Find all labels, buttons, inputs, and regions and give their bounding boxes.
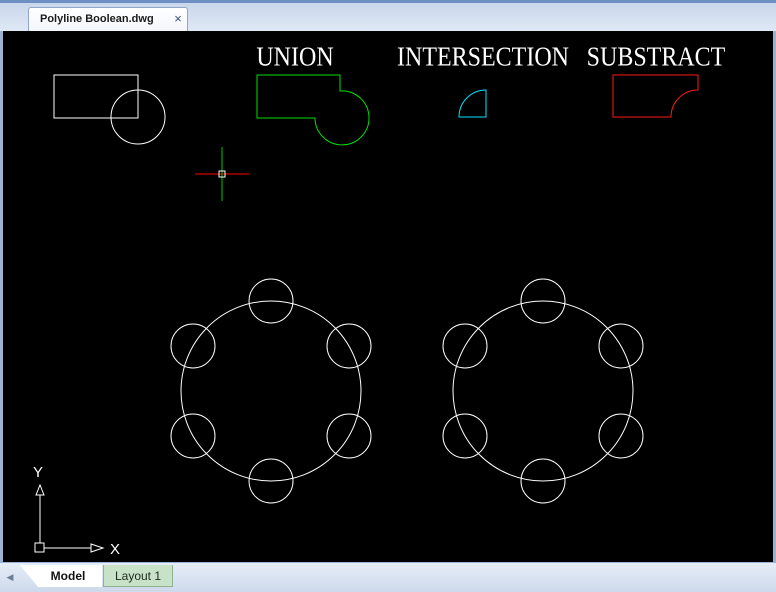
document-tab[interactable]: Polyline Boolean.dwg × [28, 7, 188, 34]
drawing-canvas[interactable]: UNION INTERSECTION SUBSTRACT Y X [3, 31, 773, 562]
intersection-label: INTERSECTION [397, 41, 569, 72]
union-label: UNION [256, 41, 334, 72]
chevron-left-icon[interactable]: ◀ [3, 569, 17, 585]
document-tab-label: Polyline Boolean.dwg [40, 13, 154, 25]
subtract-label: SUBSTRACT [587, 41, 726, 72]
ucs-x-label: X [110, 541, 120, 558]
tab-model[interactable]: Model [20, 565, 102, 587]
cad-window: Polyline Boolean.dwg × UNION INTERSECTIO… [0, 0, 776, 592]
document-tab-strip: Polyline Boolean.dwg × [0, 0, 776, 34]
ucs-y-label: Y [33, 464, 43, 481]
close-icon[interactable]: × [172, 12, 184, 26]
layout-tab-bar: ◀ Model Layout 1 [0, 562, 776, 592]
tab-layout-1[interactable]: Layout 1 [103, 565, 173, 587]
canvas-background [3, 31, 773, 562]
